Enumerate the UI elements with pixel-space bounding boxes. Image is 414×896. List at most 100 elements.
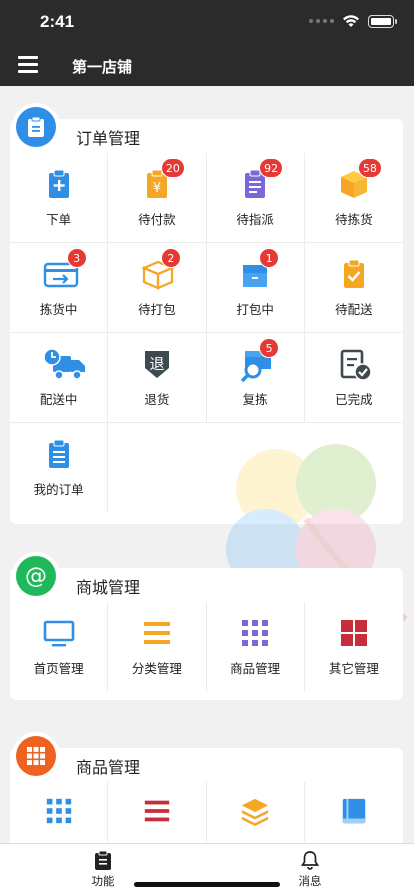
order-item-place[interactable]: 下单 [10,153,109,243]
list-clipboard-icon: 92 [239,157,284,200]
menu-icon[interactable] [18,56,38,73]
count-badge: 2 [160,247,181,268]
svg-text:¥: ¥ [153,181,161,196]
grid-icon [16,736,56,776]
order-item-label: 我的订单 [33,482,84,497]
page-title: 第一店铺 [72,58,133,76]
order-item-label: 待指派 [236,211,274,227]
order-management-card: 订单管理 下单 ¥ 20 待付款 92 待指派 58 待拣货 3 拣货中 2 待… [10,103,408,622]
return-shield-icon: 退 [141,348,173,380]
goods-grid [10,782,403,842]
mall-item-label: 其它管理 [328,661,379,676]
status-time: 2:41 [40,12,75,31]
mall-item-label: 分类管理 [131,661,182,676]
order-item-label: 退货 [144,391,170,407]
goods-item-4[interactable] [305,782,403,842]
order-section-badge [12,103,60,151]
box-icon: 58 [338,157,382,200]
signal-icon [309,19,334,23]
tab-label: 消息 [298,874,322,888]
order-item-label: 待打包 [138,301,176,317]
document-check-icon [338,348,372,381]
order-item-return[interactable]: 退 退货 [108,333,207,423]
clipboard-icon [16,107,56,147]
order-item-label: 复拣 [242,391,268,407]
menu-lines-icon [141,617,173,649]
order-item-label: 配送中 [39,391,78,407]
order-item-label: 拣货中 [39,301,78,317]
goods-item-2[interactable] [108,782,207,842]
battery-icon [368,14,397,28]
menu-lines-icon [144,800,170,822]
dot-grid-icon [239,617,271,649]
order-item-packing[interactable]: 1 打包中 [206,243,305,333]
count-badge: 58 [357,157,382,178]
svg-text:退: 退 [149,355,164,373]
count-badge: 5 [259,337,280,358]
goods-item-3[interactable] [207,782,305,842]
order-item-label: 待配送 [335,301,373,317]
order-grid: 下单 ¥ 20 待付款 92 待指派 58 待拣货 3 拣货中 2 待打包 1 … [10,153,403,513]
home-indicator [134,882,280,887]
order-item-label: 待拣货 [335,211,373,227]
clipboard-icon [95,850,111,870]
order-item-label: 下单 [46,211,72,227]
picking-cart-icon: 3 [43,247,87,290]
tab-function[interactable]: 功能 [73,850,133,889]
count-badge: 92 [259,157,284,178]
count-badge: 3 [66,247,87,268]
order-item-to-pack[interactable]: 2 待打包 [108,243,207,333]
mall-item-goods[interactable]: 商品管理 [207,602,305,692]
count-badge: 1 [259,247,280,268]
delivery-truck-icon [42,347,85,380]
check-clipboard-icon [338,258,370,290]
order-item-delivering[interactable]: 配送中 [10,333,109,423]
order-section-title: 订单管理 [76,129,141,148]
mall-section-title: 商城管理 [76,578,141,597]
tab-messages[interactable]: 消息 [280,850,340,889]
mall-item-other[interactable]: 其它管理 [305,602,403,692]
order-item-picking[interactable]: 3 拣货中 [10,243,109,333]
yuan-clipboard-icon: ¥ 20 [141,157,185,200]
mall-management-card: @ 商城管理 首页管理 分类管理 商品管理 其它管理 [10,552,403,700]
order-item-unpaid[interactable]: ¥ 20 待付款 [108,153,207,243]
box-search-icon: 5 [239,337,280,382]
order-item-my-orders[interactable]: 我的订单 [10,423,109,513]
empty-cell [207,423,305,513]
wifi-icon [343,15,359,27]
layers-icon [242,798,269,826]
order-item-recheck[interactable]: 5 复拣 [206,333,305,423]
book-icon [342,798,366,824]
mall-item-label: 首页管理 [33,661,84,676]
status-bar: 2:41 [0,0,414,44]
clipboard-list-icon [43,438,75,470]
empty-cell [108,423,206,513]
count-badge: 20 [160,157,185,178]
tab-label: 功能 [91,874,115,888]
order-item-to-pick[interactable]: 58 待拣货 [304,153,403,243]
order-item-label: 已完成 [335,391,373,407]
order-item-label: 待付款 [138,211,176,227]
packing-box-icon: 1 [239,247,280,290]
mall-item-label: 商品管理 [230,661,281,676]
goods-item-1[interactable] [10,782,109,842]
goods-section-badge [12,732,60,780]
goods-section-title: 商品管理 [76,758,141,777]
open-box-icon: 2 [141,247,181,290]
nav-bar: 第一店铺 [0,44,414,86]
squares-icon [338,617,370,649]
clipboard-plus-icon [43,168,75,200]
order-item-label: 打包中 [236,301,274,317]
mall-section-badge: @ [12,552,60,600]
mall-item-home[interactable]: 首页管理 [10,602,109,692]
status-icons [309,14,397,28]
at-sign-icon: @ [16,556,56,596]
empty-cell [305,423,403,513]
order-item-assign[interactable]: 92 待指派 [206,153,305,243]
order-item-to-deliver[interactable]: 待配送 [304,243,403,333]
bell-icon [300,851,320,870]
mall-item-category[interactable]: 分类管理 [108,602,207,692]
dot-grid-icon [46,798,71,824]
monitor-icon [43,617,75,649]
order-item-completed[interactable]: 已完成 [304,333,403,423]
